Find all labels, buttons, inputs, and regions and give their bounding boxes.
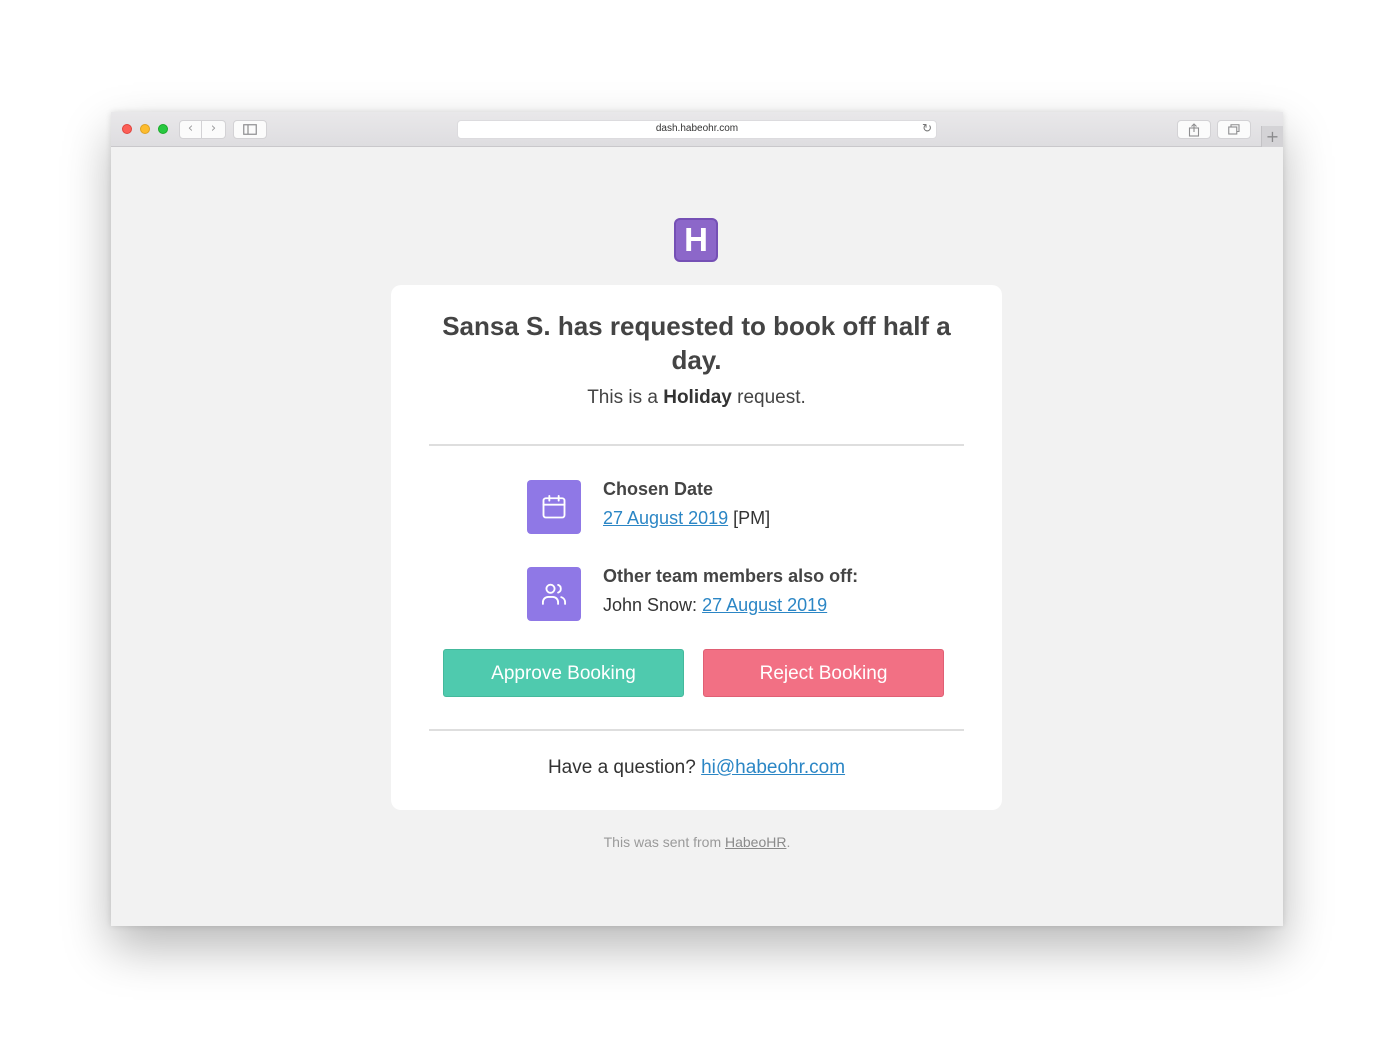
reload-icon[interactable]: ↻	[922, 121, 932, 135]
team-member-row: John Snow: 27 August 2019	[603, 595, 827, 616]
request-card: Sansa S. has requested to book off half …	[391, 285, 1002, 810]
request-type-suffix: request.	[737, 387, 806, 408]
chevron-left-icon: ‹	[187, 121, 194, 136]
share-icon	[1188, 123, 1200, 137]
chosen-date-link[interactable]: 27 August 2019	[603, 508, 728, 528]
help-question: Have a question?	[547, 757, 696, 778]
sidebar-toggle-button[interactable]	[233, 120, 267, 139]
request-type: Holiday	[663, 387, 732, 408]
team-member-date-link[interactable]: 27 August 2019	[702, 595, 827, 615]
help-line: Have a question? hi@habeohr.com	[391, 757, 1002, 779]
tabs-icon	[1228, 124, 1240, 135]
minimize-window-button[interactable]	[140, 124, 150, 134]
calendar-icon	[527, 480, 581, 534]
team-member-name: John Snow:	[603, 595, 698, 615]
team-off-title: Other team members also off:	[603, 566, 859, 586]
habeohr-logo: H	[674, 218, 718, 262]
chosen-date-line: 27 August 2019 [PM]	[603, 508, 770, 529]
address-text: dash.habeohr.com	[655, 123, 739, 134]
habeohr-link[interactable]: HabeoHR	[725, 834, 786, 850]
close-window-button[interactable]	[122, 124, 132, 134]
chosen-date-title: Chosen Date	[603, 479, 714, 499]
help-email-link[interactable]: hi@habeohr.com	[701, 757, 845, 778]
new-tab-button[interactable]: +	[1261, 126, 1283, 147]
users-icon	[527, 567, 581, 621]
sidebar-icon	[243, 124, 257, 135]
request-headline: Sansa S. has requested to book off half …	[442, 311, 951, 375]
chevron-right-icon: ›	[210, 121, 217, 136]
chosen-date-period: [PM]	[733, 508, 771, 528]
approve-booking-button[interactable]: Approve Booking	[443, 649, 684, 697]
footer-suffix: .	[786, 834, 791, 850]
maximize-window-button[interactable]	[158, 124, 168, 134]
back-button[interactable]: ‹	[179, 120, 202, 139]
reject-booking-button[interactable]: Reject Booking	[703, 649, 944, 697]
share-button[interactable]	[1177, 120, 1211, 139]
plus-icon: +	[1265, 127, 1280, 146]
request-type-line: This is a Holiday request.	[391, 387, 1002, 409]
browser-toolbar: ‹ › dash.habeohr.com ↻ +	[111, 112, 1283, 147]
divider	[429, 444, 964, 446]
divider	[429, 729, 964, 731]
forward-button[interactable]: ›	[202, 120, 226, 139]
sent-from-footer: This was sent from HabeoHR.	[111, 834, 1283, 850]
address-bar[interactable]: dash.habeohr.com ↻	[457, 120, 937, 139]
footer-prefix: This was sent from	[603, 834, 722, 850]
tabs-overview-button[interactable]	[1217, 120, 1251, 139]
request-type-prefix: This is a	[587, 387, 658, 408]
